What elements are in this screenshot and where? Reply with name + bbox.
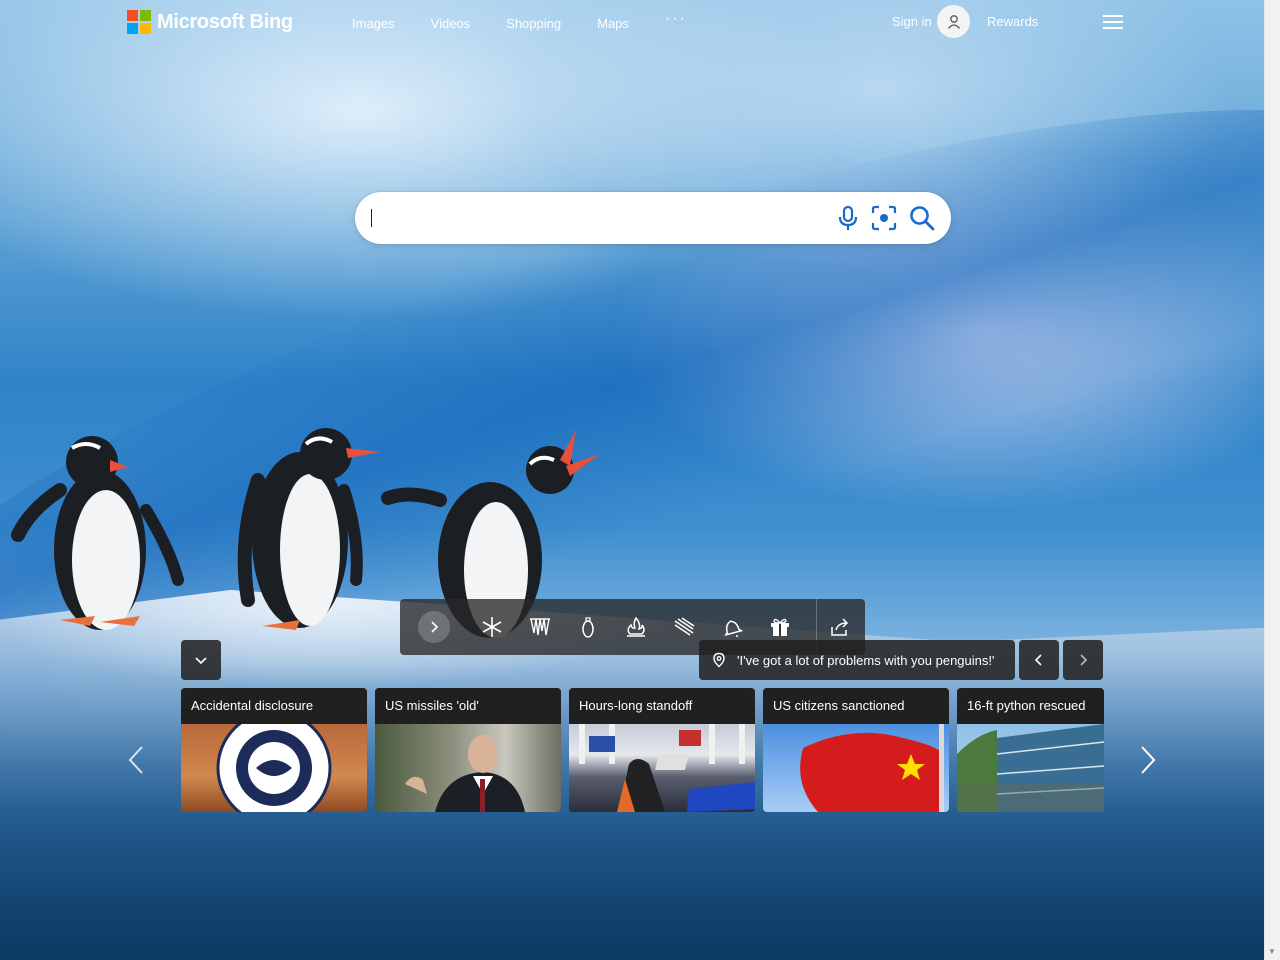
image-caption[interactable]: 'I've got a lot of problems with you pen…: [699, 640, 1015, 680]
next-image-button[interactable]: [1063, 640, 1103, 680]
top-nav: Images Videos Shopping Maps ···: [352, 10, 723, 31]
chevron-down-icon: [195, 657, 207, 665]
visual-search-icon[interactable]: [870, 204, 898, 232]
chevron-right-icon: [1080, 654, 1088, 666]
avatar[interactable]: [937, 5, 970, 38]
news-card[interactable]: Hours-long standoff: [569, 688, 755, 812]
collapse-button[interactable]: [181, 640, 221, 680]
icicles-icon[interactable]: [528, 615, 552, 639]
search-input[interactable]: [369, 206, 813, 232]
top-header: Microsoft Bing Images Videos Shopping Ma…: [0, 0, 1265, 46]
news-prev-button[interactable]: [121, 742, 151, 778]
fire-icon[interactable]: [624, 615, 648, 639]
news-card-title: US missiles 'old': [375, 688, 561, 724]
chevron-left-icon: [128, 746, 143, 774]
nav-videos[interactable]: Videos: [431, 16, 471, 31]
nav-more-button[interactable]: ···: [665, 10, 687, 31]
news-card[interactable]: Accidental disclosure: [181, 688, 367, 812]
search-icon[interactable]: [908, 204, 936, 232]
chevron-right-icon: [431, 621, 439, 633]
chevron-left-icon: [1034, 654, 1042, 666]
scroll-down-arrow-icon[interactable]: ▼: [1268, 947, 1276, 956]
news-card[interactable]: US missiles 'old': [375, 688, 561, 812]
chevron-right-icon: [1141, 746, 1156, 774]
microphone-icon[interactable]: [834, 204, 862, 232]
sign-in-link[interactable]: Sign in: [892, 14, 932, 29]
news-image-dhs-seal: [181, 724, 367, 812]
news-image-speaker: [375, 724, 561, 812]
page-scrollbar[interactable]: ▼: [1264, 0, 1280, 960]
background-image: [0, 0, 1280, 960]
nav-maps[interactable]: Maps: [597, 16, 629, 31]
gift-icon[interactable]: [768, 615, 792, 639]
search-box: [355, 192, 951, 244]
user-icon: [947, 14, 960, 29]
microsoft-logo-icon: [127, 10, 151, 34]
menu-hamburger-icon[interactable]: [1103, 15, 1123, 31]
news-card-title: Accidental disclosure: [181, 688, 367, 724]
news-card[interactable]: US citizens sanctioned: [763, 688, 949, 812]
snowflake-icon[interactable]: [480, 615, 504, 639]
news-card-title: US citizens sanctioned: [763, 688, 949, 724]
previous-image-button[interactable]: [1019, 640, 1059, 680]
news-card-title: 16-ft python rescued: [957, 688, 1104, 724]
location-pin-icon: [713, 652, 725, 668]
brand-name: Microsoft Bing: [157, 10, 293, 33]
nav-images[interactable]: Images: [352, 16, 395, 31]
toolbar-next-button[interactable]: [418, 611, 450, 643]
news-card-title: Hours-long standoff: [569, 688, 755, 724]
ornament-icon[interactable]: [576, 615, 600, 639]
news-image-animal-center: [957, 724, 1104, 812]
nav-shopping[interactable]: Shopping: [506, 16, 561, 31]
news-card[interactable]: 16-ft python rescued: [957, 688, 1104, 812]
rewards-link[interactable]: Rewards: [987, 14, 1038, 29]
news-image-protest: [569, 724, 755, 812]
share-icon[interactable]: [828, 615, 852, 639]
bell-icon[interactable]: [720, 615, 744, 639]
wind-icon[interactable]: [672, 615, 696, 639]
bing-logo[interactable]: Microsoft Bing: [127, 10, 293, 34]
caption-text: 'I've got a lot of problems with you pen…: [737, 652, 995, 668]
news-next-button[interactable]: [1133, 742, 1163, 778]
news-image-china-flag: [763, 724, 949, 812]
text-caret: [371, 209, 372, 227]
